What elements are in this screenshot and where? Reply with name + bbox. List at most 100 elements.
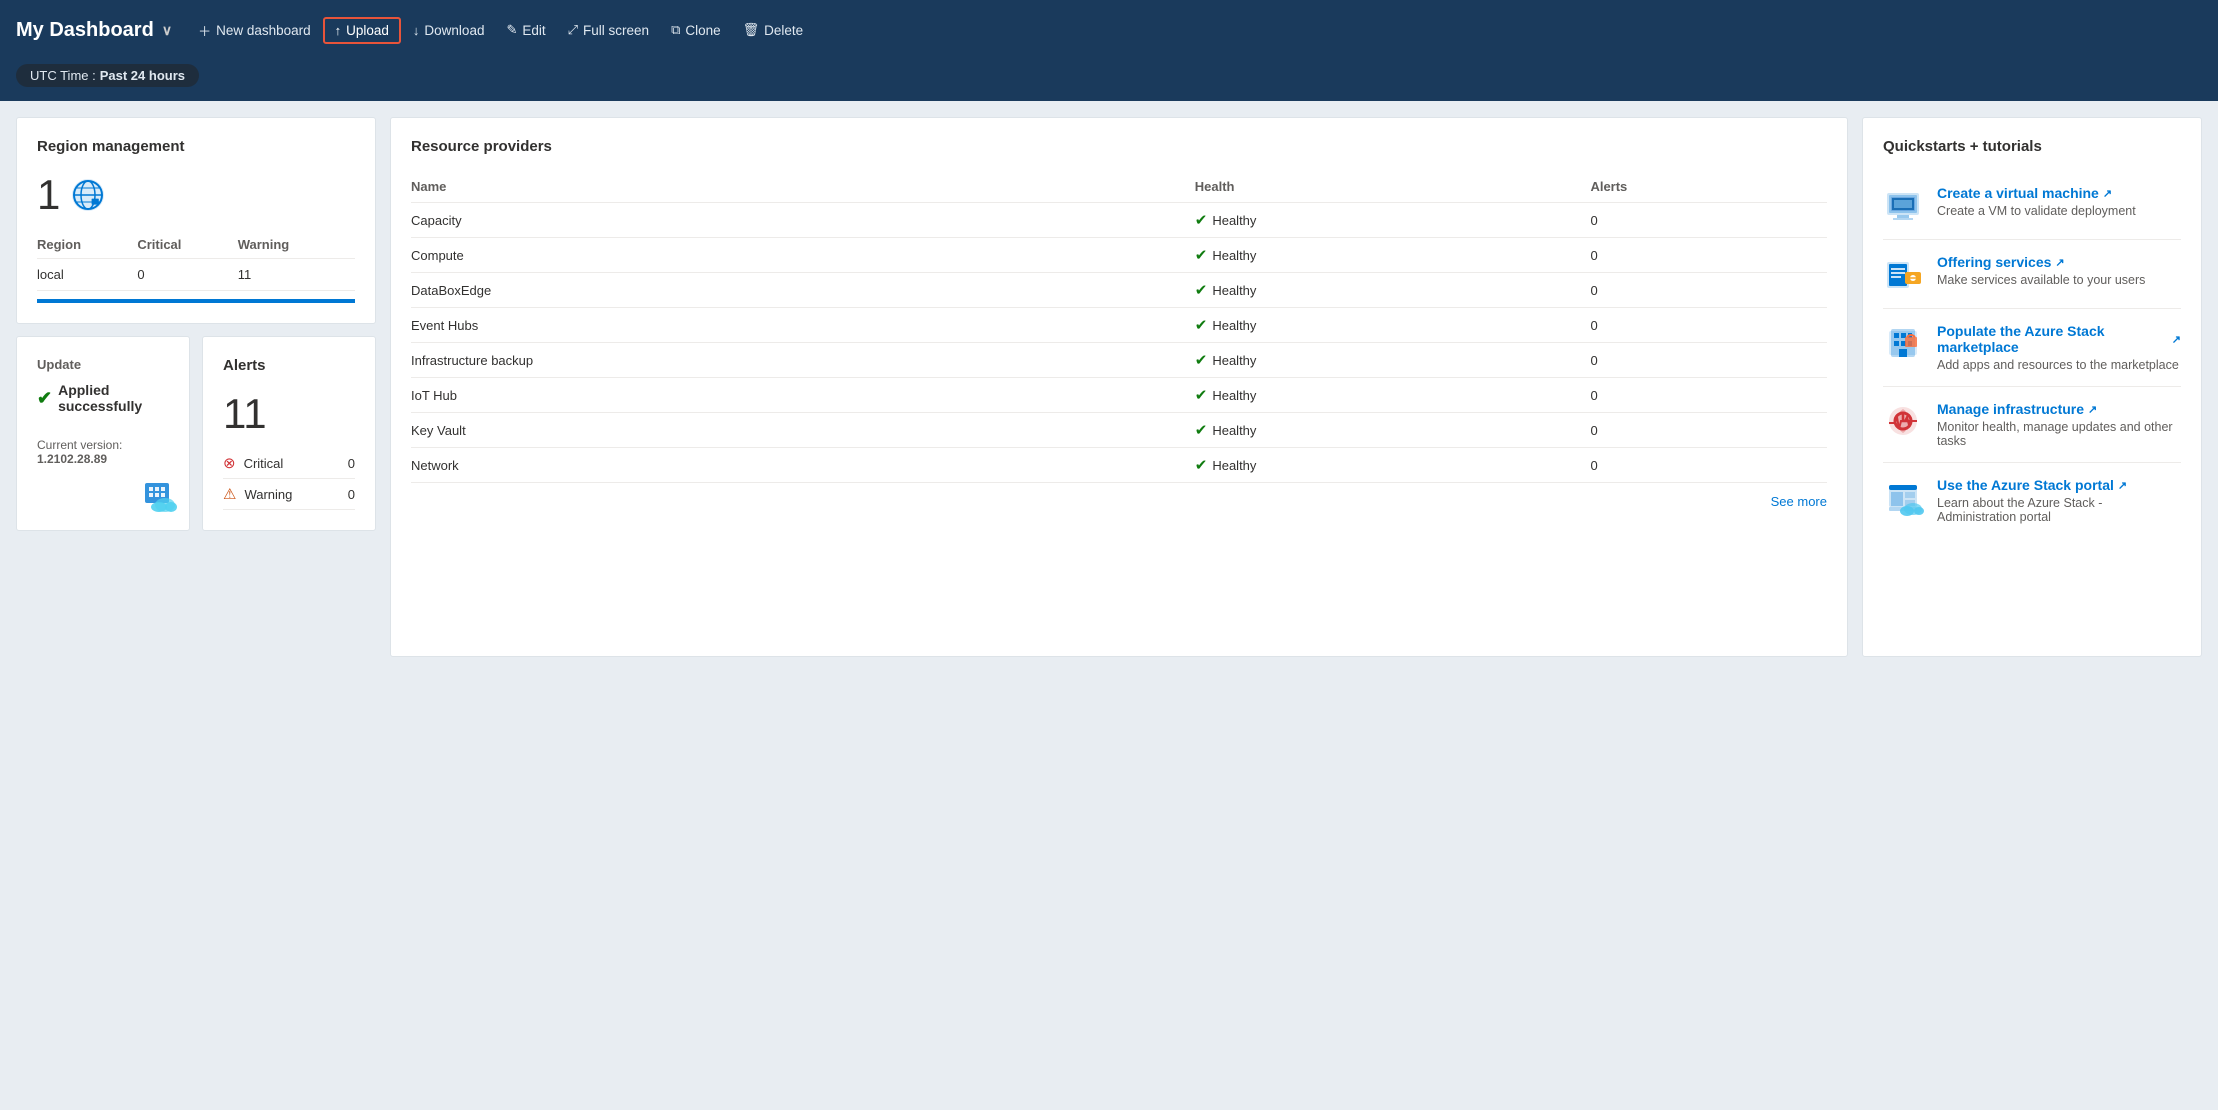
- rp-name-cell: Key Vault: [411, 413, 1195, 448]
- rp-health-cell: ✔ Healthy: [1195, 378, 1591, 413]
- clone-label: Clone: [685, 23, 720, 38]
- offering-services-icon: [1883, 254, 1923, 294]
- qs-text-offering-services: Offering services ↗ Make services availa…: [1937, 254, 2145, 287]
- health-check-icon: ✔: [1195, 351, 1208, 369]
- rp-name-cell: Network: [411, 448, 1195, 483]
- fullscreen-icon: ⤢: [568, 22, 578, 38]
- download-icon: ↓: [413, 23, 420, 38]
- rp-alerts-cell: 0: [1590, 413, 1827, 448]
- title-chevron-icon[interactable]: ∨: [162, 22, 172, 39]
- health-status: Healthy: [1212, 353, 1256, 368]
- table-row[interactable]: Capacity ✔ Healthy 0: [411, 203, 1827, 238]
- fullscreen-button[interactable]: ⤢ Full screen: [558, 16, 659, 44]
- external-link-icon: ↗: [2103, 187, 2112, 200]
- qs-text-create-vm: Create a virtual machine ↗ Create a VM t…: [1937, 185, 2136, 218]
- new-dashboard-button[interactable]: ＋ New dashboard: [188, 15, 321, 46]
- rp-alerts-cell: 0: [1590, 378, 1827, 413]
- resource-providers-title: Resource providers: [411, 138, 1827, 155]
- warning-alert-row[interactable]: ⚠ Warning 0: [223, 479, 355, 510]
- clone-button[interactable]: ⧉ Clone: [661, 16, 731, 44]
- critical-icon: ⊗: [223, 454, 236, 472]
- warning-label: Warning: [244, 487, 339, 502]
- rp-name-cell: Compute: [411, 238, 1195, 273]
- region-cell: local: [37, 259, 137, 291]
- qs-link-manage-infra[interactable]: Manage infrastructure ↗: [1937, 401, 2181, 417]
- health-status: Healthy: [1212, 213, 1256, 228]
- table-row[interactable]: DataBoxEdge ✔ Healthy 0: [411, 273, 1827, 308]
- table-row[interactable]: Event Hubs ✔ Healthy 0: [411, 308, 1827, 343]
- quickstarts-list: Create a virtual machine ↗ Create a VM t…: [1883, 171, 2181, 538]
- checkmark-icon: ✔: [37, 388, 52, 409]
- quickstart-item-create-vm[interactable]: Create a virtual machine ↗ Create a VM t…: [1883, 171, 2181, 240]
- health-status: Healthy: [1212, 388, 1256, 403]
- rp-alerts-cell: 0: [1590, 273, 1827, 308]
- rp-health-cell: ✔ Healthy: [1195, 273, 1591, 308]
- version-section: Current version: 1.2102.28.89: [37, 438, 169, 466]
- update-status: ✔ Applied successfully: [37, 382, 169, 414]
- table-row[interactable]: Network ✔ Healthy 0: [411, 448, 1827, 483]
- region-table: Region Critical Warning local 0 11: [37, 231, 355, 291]
- health-check-icon: ✔: [1195, 246, 1208, 264]
- qs-link-azure-portal[interactable]: Use the Azure Stack portal ↗: [1937, 477, 2181, 493]
- trash-icon: 🗑: [743, 22, 760, 38]
- region-number: 1: [37, 171, 60, 219]
- qs-text-azure-portal: Use the Azure Stack portal ↗ Learn about…: [1937, 477, 2181, 524]
- critical-label: Critical: [244, 456, 340, 471]
- qs-desc-manage-infra: Monitor health, manage updates and other…: [1937, 420, 2181, 448]
- utc-bar: UTC Time : Past 24 hours: [0, 60, 2218, 101]
- edit-label: Edit: [522, 23, 545, 38]
- see-more-section: See more: [411, 483, 1827, 511]
- quickstart-item-manage-infra[interactable]: Manage infrastructure ↗ Monitor health, …: [1883, 387, 2181, 463]
- delete-button[interactable]: 🗑 Delete: [733, 16, 814, 44]
- update-card: Update ✔ Applied successfully Current ve…: [16, 336, 190, 531]
- external-link-icon: ↗: [2088, 403, 2097, 416]
- rp-health-cell: ✔ Healthy: [1195, 448, 1591, 483]
- qs-desc-create-vm: Create a VM to validate deployment: [1937, 204, 2136, 218]
- qs-text-manage-infra: Manage infrastructure ↗ Monitor health, …: [1937, 401, 2181, 448]
- external-link-icon: ↗: [2118, 479, 2127, 492]
- see-more-link[interactable]: See more: [1771, 494, 1827, 509]
- qs-link-create-vm[interactable]: Create a virtual machine ↗: [1937, 185, 2136, 201]
- upload-icon: ↑: [335, 23, 342, 38]
- main-content: Region management 1 Regi: [0, 101, 2218, 1110]
- middle-column: Resource providers Name Health Alerts Ca…: [390, 117, 1848, 657]
- plus-icon: ＋: [198, 21, 211, 40]
- health-status: Healthy: [1212, 283, 1256, 298]
- qs-link-marketplace[interactable]: Populate the Azure Stack marketplace ↗: [1937, 323, 2181, 355]
- health-status: Healthy: [1212, 458, 1256, 473]
- qs-link-offering-services[interactable]: Offering services ↗: [1937, 254, 2145, 270]
- table-row[interactable]: Compute ✔ Healthy 0: [411, 238, 1827, 273]
- warning-count: 0: [348, 487, 355, 502]
- utc-badge[interactable]: UTC Time : Past 24 hours: [16, 64, 199, 87]
- right-column: Quickstarts + tutorials Create a virtual…: [1862, 117, 2202, 657]
- rp-alerts-cell: 0: [1590, 308, 1827, 343]
- table-row[interactable]: IoT Hub ✔ Healthy 0: [411, 378, 1827, 413]
- rp-health-cell: ✔ Healthy: [1195, 413, 1591, 448]
- critical-alert-row[interactable]: ⊗ Critical 0: [223, 448, 355, 479]
- edit-button[interactable]: ✎ Edit: [496, 16, 555, 44]
- download-button[interactable]: ↓ Download: [403, 17, 495, 44]
- rp-name-cell: IoT Hub: [411, 378, 1195, 413]
- table-row[interactable]: Key Vault ✔ Healthy 0: [411, 413, 1827, 448]
- rp-health-cell: ✔ Healthy: [1195, 308, 1591, 343]
- progress-bar: [37, 299, 355, 303]
- quickstart-item-offering-services[interactable]: Offering services ↗ Make services availa…: [1883, 240, 2181, 309]
- left-column: Region management 1 Regi: [16, 117, 376, 531]
- rp-alerts-header: Alerts: [1590, 171, 1827, 203]
- warning-icon: ⚠: [223, 485, 236, 503]
- quickstarts-title: Quickstarts + tutorials: [1883, 138, 2181, 155]
- quickstart-item-marketplace[interactable]: Populate the Azure Stack marketplace ↗ A…: [1883, 309, 2181, 387]
- region-count: 1: [37, 171, 355, 219]
- version-label: Current version:: [37, 438, 169, 452]
- quickstart-item-azure-portal[interactable]: Use the Azure Stack portal ↗ Learn about…: [1883, 463, 2181, 538]
- table-row[interactable]: Infrastructure backup ✔ Healthy 0: [411, 343, 1827, 378]
- upload-button[interactable]: ↑ Upload: [323, 17, 401, 44]
- critical-col-header: Critical: [137, 231, 237, 259]
- health-check-icon: ✔: [1195, 456, 1208, 474]
- qs-text-marketplace: Populate the Azure Stack marketplace ↗ A…: [1937, 323, 2181, 372]
- table-row[interactable]: local 0 11: [37, 259, 355, 291]
- dashboard-title: My Dashboard ∨: [16, 19, 172, 42]
- bottom-row: Update ✔ Applied successfully Current ve…: [16, 336, 376, 531]
- new-dashboard-label: New dashboard: [216, 23, 311, 38]
- rp-name-cell: Infrastructure backup: [411, 343, 1195, 378]
